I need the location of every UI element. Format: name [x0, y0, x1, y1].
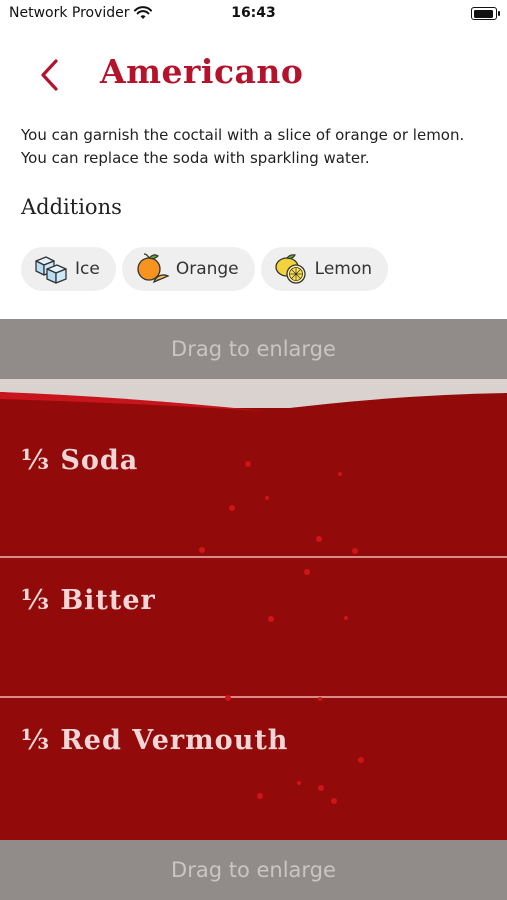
bubble — [304, 569, 310, 575]
drag-hint-label: Drag to enlarge — [171, 858, 336, 882]
bubble — [318, 785, 324, 791]
ice-cubes-icon — [35, 256, 67, 284]
drag-handle-top[interactable]: Drag to enlarge — [0, 319, 507, 379]
bubble — [352, 548, 358, 554]
layer-divider — [0, 556, 507, 558]
back-button[interactable] — [34, 56, 68, 94]
bubble — [268, 616, 274, 622]
ingredient-layer: ⅓ Bitter — [0, 559, 507, 699]
additions-list: Ice Orange Lemon — [21, 247, 389, 291]
layer-divider — [0, 696, 507, 698]
addition-chip-orange[interactable]: Orange — [121, 247, 255, 291]
ingredient-label: ⅓ Red Vermouth — [21, 725, 289, 756]
battery-level — [473, 9, 493, 18]
chevron-left-icon — [41, 59, 58, 91]
bubble — [297, 781, 301, 785]
page-title: Americano — [100, 52, 304, 91]
ingredient-layer: ⅓ Soda — [0, 409, 507, 549]
addition-label: Orange — [175, 259, 239, 279]
bubble — [199, 547, 205, 553]
drag-handle-bottom[interactable]: Drag to enlarge — [0, 840, 507, 900]
ingredient-layer: ⅓ Red Vermouth — [0, 699, 507, 839]
bubble — [331, 798, 337, 804]
battery-icon — [471, 7, 500, 20]
bubble — [344, 616, 348, 620]
status-time: 16:43 — [231, 5, 276, 21]
bubble — [316, 536, 322, 542]
addition-label: Ice — [75, 259, 100, 279]
bubble — [225, 695, 231, 701]
addition-chip-lemon[interactable]: Lemon — [260, 247, 389, 291]
bubble — [257, 793, 263, 799]
orange-icon — [137, 253, 170, 284]
ingredient-label: ⅓ Bitter — [21, 585, 156, 616]
bubble — [265, 496, 269, 500]
bubble — [245, 461, 251, 467]
lemon-icon — [274, 254, 306, 284]
bubble — [338, 472, 342, 476]
bubble — [358, 757, 364, 763]
ingredient-label: ⅓ Soda — [21, 445, 139, 476]
recipe-description: You can garnish the coctail with a slice… — [21, 126, 465, 167]
bubble — [229, 505, 235, 511]
drag-hint-label: Drag to enlarge — [171, 337, 336, 361]
addition-label: Lemon — [314, 259, 373, 279]
addition-chip-ice[interactable]: Ice — [21, 247, 116, 291]
bubble — [318, 697, 322, 701]
status-bar: Network Provider 16:43 — [0, 0, 507, 28]
additions-heading: Additions — [21, 195, 122, 219]
